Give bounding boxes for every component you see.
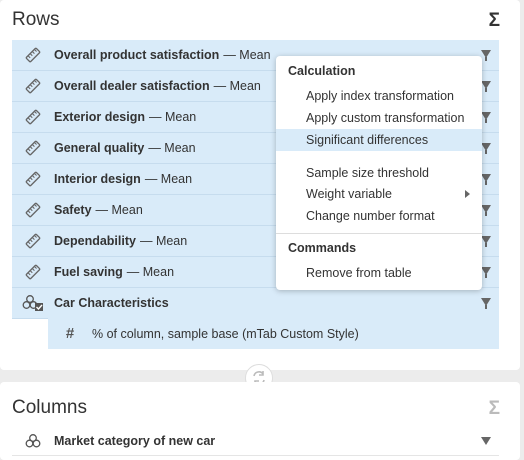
hash-icon: #: [65, 325, 75, 342]
ruler-icon: [12, 140, 54, 156]
category-icon: [12, 433, 54, 448]
ruler-icon: [12, 264, 54, 280]
row-item-label: Overall dealer satisfaction: [54, 79, 210, 93]
filter-icon-stem: [485, 150, 487, 154]
row-item-stat: — Mean: [144, 172, 193, 186]
row-item-label: Overall product satisfaction: [54, 48, 220, 62]
row-item-stat: — Mean: [213, 79, 261, 93]
columns-sigma-button[interactable]: Σ: [489, 398, 500, 420]
menu-item-apply-index-transformation[interactable]: Apply index transformation: [276, 85, 482, 107]
menu-item-change-number-format[interactable]: Change number format: [276, 205, 482, 227]
context-menu: Calculation Apply index transformation A…: [276, 56, 482, 290]
row-item-label: Safety: [54, 203, 92, 217]
menu-item-weight-variable[interactable]: Weight variable: [276, 183, 482, 205]
filter-icon-stem: [485, 212, 487, 216]
menu-header-calculation: Calculation: [288, 64, 356, 78]
menu-header-commands: Commands: [288, 241, 357, 255]
ruler-icon: [12, 47, 54, 63]
row-item-label: Fuel saving: [54, 265, 123, 279]
row-item-stat: — Mean: [126, 265, 175, 279]
row-item-stat: — Mean: [148, 141, 196, 155]
row-item-stat: — Mean: [139, 234, 188, 248]
ruler-icon: [12, 202, 54, 218]
row-item-stat: — Mean: [95, 203, 143, 217]
row-item-car-characteristics[interactable]: Car Characteristics: [12, 288, 499, 319]
ruler-icon: [12, 233, 54, 249]
menu-item-weight-variable-label: Weight variable: [306, 187, 392, 201]
row-item-label: Car Characteristics: [54, 296, 169, 310]
ruler-icon: [12, 171, 54, 187]
submenu-arrow-icon: [465, 190, 470, 198]
category-icon: [12, 295, 54, 311]
row-item-stat: — Mean: [223, 48, 271, 62]
row-item-label: Exterior design: [54, 110, 145, 124]
filter-icon[interactable]: [481, 437, 491, 445]
cell-content-label: % of column, sample base (mTab Custom St…: [92, 326, 359, 341]
ruler-icon: [12, 78, 54, 94]
columns-title: Columns: [12, 397, 87, 418]
menu-item-apply-custom-transformation[interactable]: Apply custom transformation: [276, 107, 482, 129]
menu-item-significant-differences[interactable]: Significant differences: [276, 129, 482, 151]
column-item-market-category[interactable]: Market category of new car: [12, 426, 499, 456]
row-item-label: Dependability: [54, 234, 136, 248]
filter-icon-stem: [485, 274, 487, 278]
filter-icon-stem: [485, 88, 487, 92]
columns-panel: Columns Σ Market category of new car: [0, 382, 520, 460]
menu-item-sample-size-threshold[interactable]: Sample size threshold: [276, 162, 482, 184]
menu-divider: [276, 233, 482, 234]
rows-sigma-button[interactable]: Σ: [489, 10, 500, 32]
ruler-icon: [12, 109, 54, 125]
filter-icon-stem: [485, 57, 487, 61]
rows-title: Rows: [12, 9, 60, 30]
row-item-stat: — Mean: [149, 110, 197, 124]
cell-content-row[interactable]: # % of column, sample base (mTab Custom …: [48, 318, 499, 349]
filter-icon-stem: [485, 243, 487, 247]
filter-icon-stem: [485, 181, 487, 185]
menu-item-remove-from-table[interactable]: Remove from table: [276, 262, 482, 284]
column-item-label: Market category of new car: [54, 433, 216, 448]
filter-icon-stem: [485, 305, 487, 309]
row-item-label: Interior design: [54, 172, 141, 186]
row-item-label: General quality: [54, 141, 145, 155]
filter-icon-stem: [485, 119, 487, 123]
